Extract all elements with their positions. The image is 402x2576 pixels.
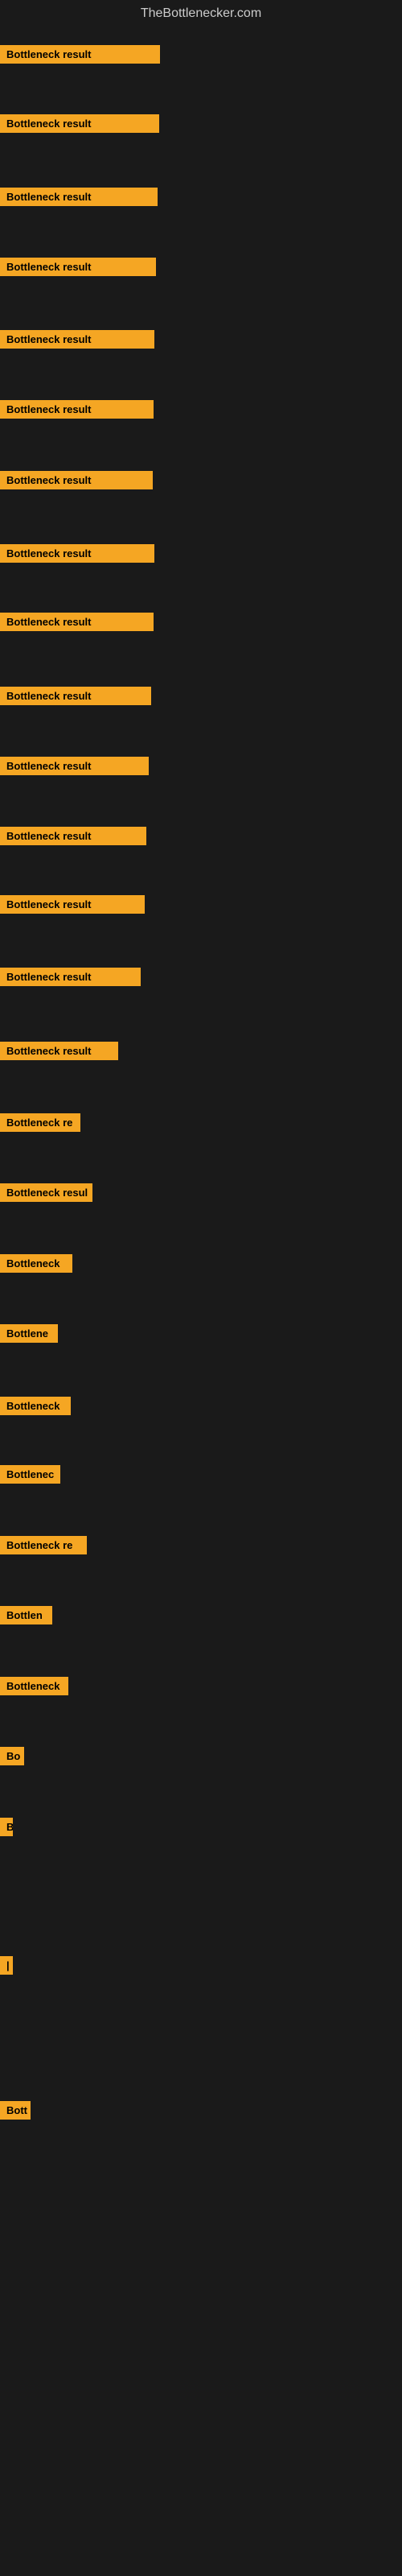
bottleneck-result-item[interactable]: Bottleneck result xyxy=(0,613,154,631)
bottleneck-result-item[interactable]: Bottleneck re xyxy=(0,1536,87,1554)
bottleneck-result-item[interactable]: Bottleneck result xyxy=(0,757,149,775)
bottleneck-result-item[interactable]: Bottleneck result xyxy=(0,895,145,914)
bottleneck-result-item[interactable]: Bottleneck result xyxy=(0,114,159,133)
bottleneck-result-item[interactable]: Bottleneck result xyxy=(0,258,156,276)
bottleneck-result-item[interactable]: Bottleneck result xyxy=(0,544,154,563)
bottleneck-result-item[interactable]: Bottleneck result xyxy=(0,471,153,489)
bottleneck-result-item[interactable]: B xyxy=(0,1818,13,1836)
site-title: TheBottlenecker.com xyxy=(0,0,402,27)
bottleneck-result-item[interactable]: Bott xyxy=(0,2101,31,2120)
bottleneck-result-item[interactable]: Bottleneck xyxy=(0,1254,72,1273)
bottleneck-result-item[interactable]: Bottleneck re xyxy=(0,1113,80,1132)
bottleneck-result-item[interactable]: Bottleneck result xyxy=(0,330,154,349)
bottleneck-result-item[interactable]: Bottleneck result xyxy=(0,968,141,986)
bottleneck-result-item[interactable]: Bottlenec xyxy=(0,1465,60,1484)
bottleneck-result-item[interactable]: | xyxy=(0,1956,13,1975)
bottleneck-result-item[interactable]: Bottleneck xyxy=(0,1677,68,1695)
bottleneck-result-item[interactable]: Bottleneck result xyxy=(0,188,158,206)
bottleneck-result-item[interactable]: Bottleneck result xyxy=(0,45,160,64)
bottleneck-result-item[interactable]: Bottlen xyxy=(0,1606,52,1624)
bottleneck-result-item[interactable]: Bottleneck xyxy=(0,1397,71,1415)
bottleneck-result-item[interactable]: Bottleneck result xyxy=(0,687,151,705)
bottleneck-result-item[interactable]: Bottleneck result xyxy=(0,400,154,419)
bottleneck-result-item[interactable]: Bottleneck resul xyxy=(0,1183,92,1202)
bottleneck-result-item[interactable]: Bottleneck result xyxy=(0,1042,118,1060)
bottleneck-result-item[interactable]: Bo xyxy=(0,1747,24,1765)
bottleneck-result-item[interactable]: Bottleneck result xyxy=(0,827,146,845)
bottleneck-result-item[interactable]: Bottlene xyxy=(0,1324,58,1343)
